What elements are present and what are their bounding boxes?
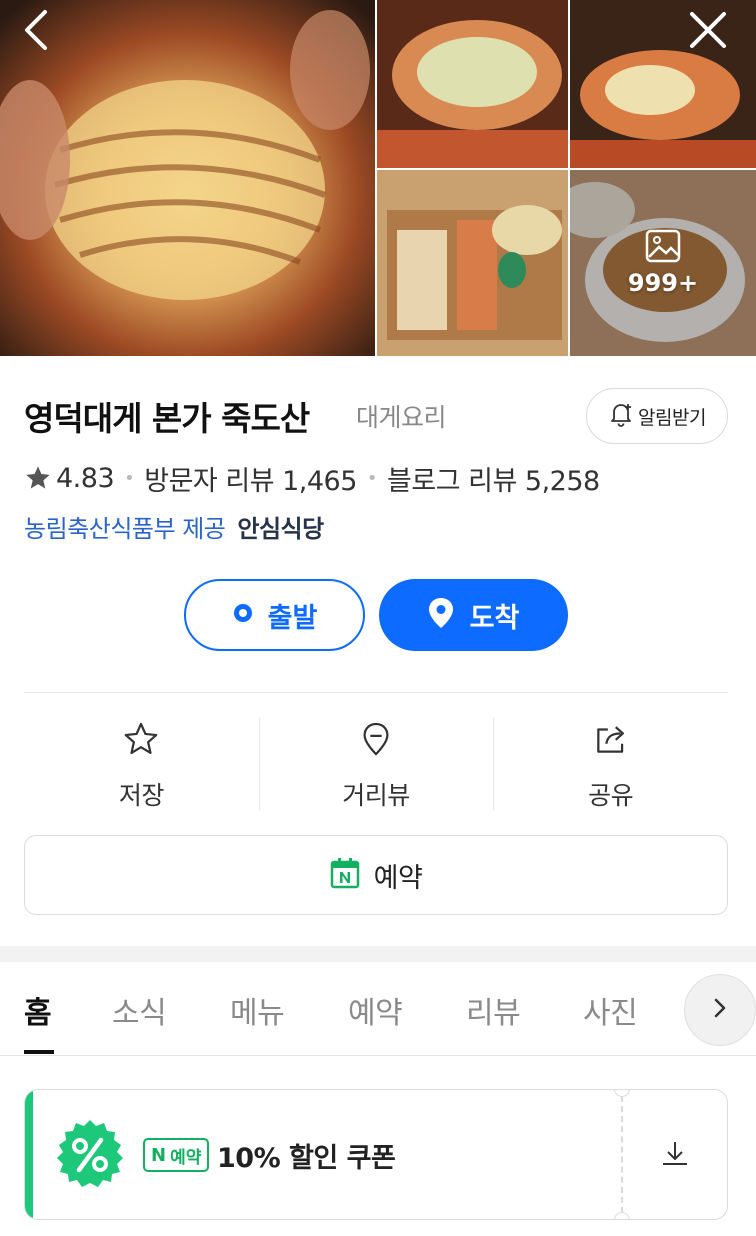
download-icon	[660, 1138, 690, 1172]
save-label: 저장	[118, 781, 165, 810]
alarm-button[interactable]: 알림받기	[586, 388, 728, 444]
tab-reviews[interactable]: 리뷰	[466, 988, 521, 1032]
tab-home[interactable]: 홈	[24, 988, 52, 1032]
more-photos-count: 999+	[627, 269, 699, 297]
alarm-label: 알림받기	[638, 406, 706, 429]
star-outline-icon	[122, 720, 160, 762]
streetview-button[interactable]: 거리뷰	[258, 718, 494, 810]
coupon-accent-bar	[25, 1090, 33, 1219]
location-pin-icon	[428, 597, 454, 633]
active-tab-indicator	[24, 1050, 54, 1054]
naver-booking-badge: N 예약	[143, 1138, 210, 1172]
place-name: 영덕대게 본가 죽도산	[24, 399, 310, 438]
origin-dot-icon	[232, 602, 254, 628]
route-end-label: 도착	[469, 602, 520, 634]
tab-news[interactable]: 소식	[112, 988, 167, 1032]
badge-n-letter: N	[151, 1144, 167, 1166]
visitor-reviews-link[interactable]: 방문자 리뷰 1,465	[144, 459, 357, 498]
tab-bar: 홈 소식 메뉴 예약 리뷰 사진	[0, 962, 756, 1056]
chevron-right-icon	[712, 996, 728, 1024]
photo-thumb-3[interactable]	[377, 170, 568, 356]
place-category: 대게요리	[356, 403, 447, 432]
reserve-button[interactable]: 예약	[24, 835, 728, 915]
tab-photos[interactable]: 사진	[583, 988, 638, 1032]
title-row: 영덕대게 본가 죽도산 대게요리 알림받기	[24, 388, 728, 446]
badge-text: 예약	[170, 1147, 202, 1168]
route-end-button[interactable]: 도착	[379, 579, 568, 651]
share-icon	[592, 720, 630, 762]
discount-badge-icon	[53, 1118, 127, 1192]
rating-value: 4.83	[56, 462, 115, 494]
route-start-button[interactable]: 출발	[184, 579, 365, 651]
star-icon	[24, 464, 52, 492]
more-photos-overlay: 999+	[570, 170, 756, 356]
safe-restaurant-badge: 안심식당	[237, 514, 324, 543]
tabs-next-button[interactable]	[684, 974, 756, 1046]
separator-dot: •	[124, 467, 135, 489]
photo-thumb-more[interactable]: 999+	[570, 170, 756, 356]
action-row: 저장 거리뷰 공유	[24, 718, 728, 810]
bell-plus-icon	[608, 401, 634, 431]
blog-reviews-link[interactable]: 블로그 리뷰 5,258	[387, 459, 600, 498]
chevron-left-icon	[21, 8, 51, 56]
share-label: 공유	[588, 781, 634, 810]
save-button[interactable]: 저장	[24, 718, 259, 810]
stats-row: 4.83 • 방문자 리뷰 1,465 • 블로그 리뷰 5,258	[24, 458, 600, 498]
close-icon	[688, 10, 728, 54]
naver-booking-calendar-icon	[330, 857, 360, 893]
map-pin-outline-icon	[357, 720, 395, 762]
image-icon	[645, 229, 681, 263]
close-button[interactable]	[684, 8, 732, 56]
section-gap	[0, 946, 756, 962]
photo-thumb-1[interactable]	[377, 0, 568, 168]
separator-dot: •	[366, 467, 378, 489]
coupon-download-button[interactable]	[623, 1090, 727, 1219]
coupon-title: 10% 할인 쿠폰	[217, 1143, 396, 1174]
provider-row: 농림축산식품부 제공 안심식당	[24, 508, 324, 544]
streetview-label: 거리뷰	[342, 781, 410, 810]
divider	[24, 692, 728, 693]
reserve-label: 예약	[373, 862, 423, 894]
share-button[interactable]: 공유	[493, 718, 728, 810]
tab-reservation[interactable]: 예약	[348, 988, 403, 1032]
back-button[interactable]	[12, 8, 60, 56]
route-start-label: 출발	[267, 602, 318, 634]
coupon-card[interactable]: N 예약 10% 할인 쿠폰	[24, 1089, 728, 1220]
tab-menu[interactable]: 메뉴	[230, 988, 285, 1032]
provider-link[interactable]: 농림축산식품부 제공	[24, 509, 226, 544]
photo-gallery: 999+	[0, 0, 756, 356]
